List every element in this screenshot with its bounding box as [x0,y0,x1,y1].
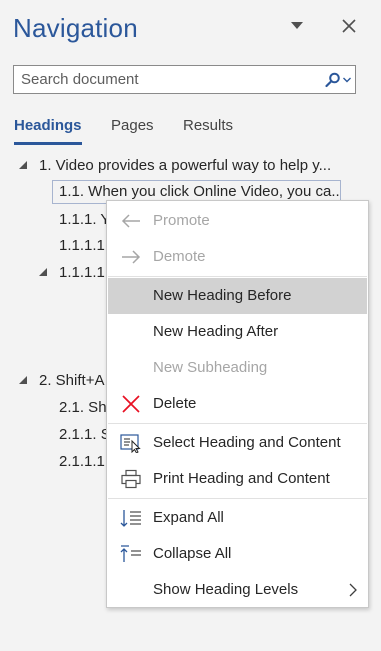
tree-item[interactable]: 1. Video provides a powerful way to help… [39,154,339,178]
printer-icon [121,469,141,489]
tree-item[interactable]: 1.1.1. Yo [59,208,107,232]
menu-separator [108,423,367,424]
menu-item-label: New Heading After [153,323,279,340]
menu-separator [108,498,367,499]
menu-item-label: Print Heading and Content [153,470,330,487]
tab-headings[interactable]: Headings [14,117,82,147]
chevron-down-icon [343,77,351,82]
menu-item-label: New Heading Before [153,287,292,304]
menu-item-label: Select Heading and Content [153,434,341,451]
menu-separator [108,276,367,277]
pane-options-button[interactable] [285,14,309,38]
tree-item[interactable]: 2. Shift+A [39,369,107,393]
tree-item[interactable]: 2.1. Shi [59,396,107,420]
menu-item-label: Show Heading Levels [153,581,299,598]
menu-item-print-heading-content[interactable]: Print Heading and Content [108,461,367,497]
menu-item-demote[interactable]: Demote [108,239,367,275]
select-content-icon [120,434,141,453]
menu-item-show-heading-levels[interactable]: Show Heading Levels [108,572,367,608]
collapse-triangle-icon[interactable] [18,160,28,170]
close-icon [342,19,356,33]
pane-title: Navigation [13,13,138,43]
tree-item[interactable]: 2.1.1. S [59,423,107,447]
menu-item-label: New Subheading [153,359,268,376]
menu-item-label: Expand All [153,509,224,526]
menu-item-label: Promote [153,212,210,229]
tree-item[interactable]: 1.1.1.1. [59,261,107,285]
arrow-left-icon [121,214,140,228]
tree-item[interactable]: 2.1.1.1. [59,450,107,474]
context-menu: Promote Demote New Heading Before New He… [106,200,369,608]
menu-item-select-heading-content[interactable]: Select Heading and Content [108,425,367,461]
menu-item-new-subheading[interactable]: New Subheading [108,350,367,386]
collapse-triangle-icon[interactable] [18,375,28,385]
triangle-down-icon [291,22,303,29]
menu-item-label: Delete [153,395,197,412]
menu-item-label: Demote [153,248,206,265]
menu-item-collapse-all[interactable]: Collapse All [108,536,367,572]
collapse-triangle-icon[interactable] [38,267,48,277]
search-icon [325,72,340,87]
menu-item-delete[interactable]: Delete [108,386,367,422]
collapse-all-icon [120,545,141,562]
menu-item-label: Collapse All [153,545,232,562]
tab-results[interactable]: Results [183,117,233,147]
delete-x-icon [122,395,140,413]
chevron-right-icon [349,583,357,597]
menu-item-new-heading-after[interactable]: New Heading After [108,314,367,350]
arrow-right-icon [122,250,141,264]
expand-all-icon [120,510,141,527]
tab-pages[interactable]: Pages [111,117,154,147]
search-box [13,65,356,94]
search-input[interactable] [14,66,321,93]
tree-item[interactable]: 1.1.1.1. [59,234,107,258]
menu-item-expand-all[interactable]: Expand All [108,500,367,536]
search-options-button[interactable] [321,66,355,93]
menu-item-promote[interactable]: Promote [108,203,367,239]
menu-item-new-heading-before[interactable]: New Heading Before [108,278,367,314]
close-pane-button[interactable] [337,14,361,38]
